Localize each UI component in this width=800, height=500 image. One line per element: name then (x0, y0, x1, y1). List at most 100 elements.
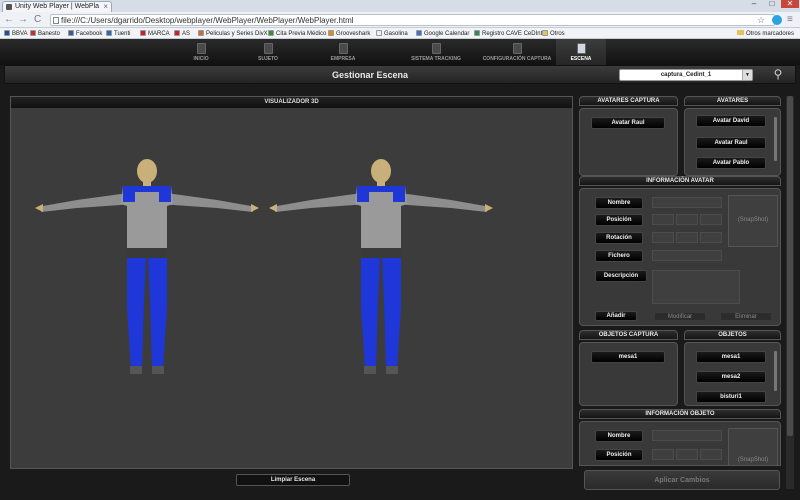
avatar-file-button[interactable]: Fichero (595, 250, 643, 262)
avatar-description-button[interactable]: Descripción (595, 270, 647, 282)
bookmark-item[interactable]: MARCA (140, 30, 170, 38)
nav-tab[interactable]: ESCENA (556, 39, 606, 65)
browser-tab[interactable]: Unity Web Player | WebPla × (2, 1, 112, 12)
forward-icon[interactable]: → (18, 14, 28, 26)
bookmark-item[interactable]: Peliculas y Series DivX (198, 30, 268, 38)
avatar-pos-x-field[interactable] (652, 214, 674, 225)
avatar-rot-z-field[interactable] (700, 232, 722, 243)
back-icon[interactable]: ← (4, 14, 14, 26)
bookmark-favicon-icon (268, 30, 274, 36)
unity-app: INICIO SUJETO EMPRESA SISTEMA TRACKING CONFI… (0, 39, 800, 500)
object-item[interactable]: bisturi1 (696, 391, 766, 403)
skype-icon[interactable] (772, 15, 782, 25)
avatar-snapshot-box: (SnapShot) (728, 195, 778, 247)
nav-tab[interactable]: SISTEMA TRACKING (400, 39, 472, 65)
bookmark-label: Cita Previa Médico (276, 31, 327, 37)
apply-changes-button[interactable]: Aplicar Cambios (584, 470, 780, 490)
nav-tab[interactable]: CONFIGURACIÓN CAPTURA (478, 39, 556, 65)
object-position-button[interactable]: Posición (595, 449, 643, 461)
avatars-scrollbar[interactable] (774, 117, 777, 161)
avatar-rot-x-field[interactable] (652, 232, 674, 243)
avatar-name-field[interactable] (652, 197, 722, 208)
object-pos-y-field[interactable] (676, 449, 698, 460)
minimize-icon[interactable]: – (745, 0, 763, 8)
nav-tab-label: INICIO (193, 56, 209, 62)
viewer-canvas[interactable] (11, 108, 572, 468)
maximize-icon[interactable]: □ (763, 0, 781, 8)
capture-select-value: captura_Cedint_1 (660, 72, 712, 78)
avatar-item[interactable]: Avatar Pablo (696, 157, 766, 169)
bookmark-favicon-icon (4, 30, 10, 36)
title-bar: Gestionar Escena captura_Cedint_1 ▼ ⚲ (4, 65, 796, 84)
add-avatar-button[interactable]: Añadir (595, 311, 637, 321)
nav-tab[interactable]: EMPRESA (320, 39, 366, 65)
other-bookmarks[interactable]: Otros marcadores (736, 30, 794, 38)
reload-icon[interactable]: C (34, 14, 41, 26)
avatar-position-button[interactable]: Posición (595, 214, 643, 226)
close-window-icon[interactable]: ✕ (781, 0, 799, 8)
bookmark-item[interactable]: Banesto (30, 30, 60, 38)
menu-icon[interactable]: ≡ (787, 14, 793, 26)
avatar-figure-left (35, 159, 259, 374)
bookmark-star-icon[interactable]: ☆ (757, 14, 765, 26)
capture-select[interactable]: captura_Cedint_1 ▼ (619, 69, 753, 81)
modify-avatar-button[interactable]: Modificar (654, 312, 706, 321)
avatar-figure-right (269, 159, 493, 374)
object-pos-z-field[interactable] (700, 449, 722, 460)
bookmark-favicon-icon (376, 30, 382, 36)
object-name-field[interactable] (652, 430, 722, 441)
bookmark-item[interactable]: AS (174, 30, 190, 38)
bookmark-item[interactable]: Tuenti (106, 30, 130, 38)
chevron-down-icon: ▼ (742, 70, 752, 80)
address-bar: ← → C file:///C:/Users/dgarrido/Desktop/… (0, 12, 800, 28)
search-icon[interactable]: ⚲ (767, 66, 789, 83)
bookmark-item[interactable]: Gasolina (376, 30, 408, 38)
bookmark-item[interactable]: Registro CAVE CeDInt (474, 30, 542, 38)
clear-scene-button[interactable]: Limpiar Escena (236, 474, 350, 486)
avatar-rotation-button[interactable]: Rotación (595, 232, 643, 244)
viewer-title: VISUALIZADOR 3D (11, 97, 572, 108)
nav-tab-label: ESCENA (570, 56, 592, 62)
panel-scrollbar-thumb[interactable] (787, 96, 793, 436)
object-capture-item[interactable]: mesa1 (591, 351, 665, 363)
bookmark-item[interactable]: Otros (542, 30, 565, 38)
bookmark-favicon-icon (68, 30, 74, 36)
bookmark-favicon-icon (328, 30, 334, 36)
viewer-3d[interactable]: VISUALIZADOR 3D (10, 96, 573, 469)
avatar-file-field[interactable] (652, 250, 722, 261)
object-item[interactable]: mesa1 (696, 351, 766, 363)
bookmark-label: Registro CAVE CeDInt (482, 31, 543, 37)
object-info-header: INFORMACIÓN OBJETO (579, 409, 781, 419)
bookmark-item[interactable]: Grooveshark (328, 30, 370, 38)
object-name-button[interactable]: Nombre (595, 430, 643, 442)
panel-scrollbar[interactable] (786, 96, 794, 489)
bookmark-item[interactable]: Cita Previa Médico (268, 30, 326, 38)
unity-favicon-icon (6, 4, 12, 10)
avatar-description-field[interactable] (652, 270, 740, 304)
avatar-item[interactable]: Avatar David (696, 115, 766, 127)
object-item[interactable]: mesa2 (696, 371, 766, 383)
bookmark-favicon-icon (416, 30, 422, 36)
page-icon (53, 17, 59, 24)
avatar-rot-y-field[interactable] (676, 232, 698, 243)
nav-tab[interactable]: INICIO (183, 39, 219, 65)
object-info-panel: Nombre Posición (SnapShot) (579, 421, 781, 466)
nav-tab-icon (263, 43, 273, 54)
bookmark-favicon-icon (542, 30, 548, 36)
url-input[interactable]: file:///C:/Users/dgarrido/Desktop/webpla… (50, 14, 775, 26)
bookmark-item[interactable]: BBVA (4, 30, 28, 38)
tab-close-icon[interactable]: × (103, 2, 108, 11)
objects-scrollbar[interactable] (774, 351, 777, 391)
nav-tab[interactable]: SUJETO (250, 39, 286, 65)
avatar-pos-y-field[interactable] (676, 214, 698, 225)
delete-avatar-button[interactable]: Eliminar (720, 312, 772, 321)
bookmark-item[interactable]: Facebook (68, 30, 102, 38)
bookmark-label: BBVA (12, 31, 28, 37)
avatar-name-button[interactable]: Nombre (595, 197, 643, 209)
avatar-pos-z-field[interactable] (700, 214, 722, 225)
object-pos-x-field[interactable] (652, 449, 674, 460)
bookmark-favicon-icon (106, 30, 112, 36)
avatar-capture-item[interactable]: Avatar Raul (591, 117, 665, 129)
bookmark-item[interactable]: Google Calendar (416, 30, 469, 38)
avatar-item[interactable]: Avatar Raul (696, 137, 766, 149)
